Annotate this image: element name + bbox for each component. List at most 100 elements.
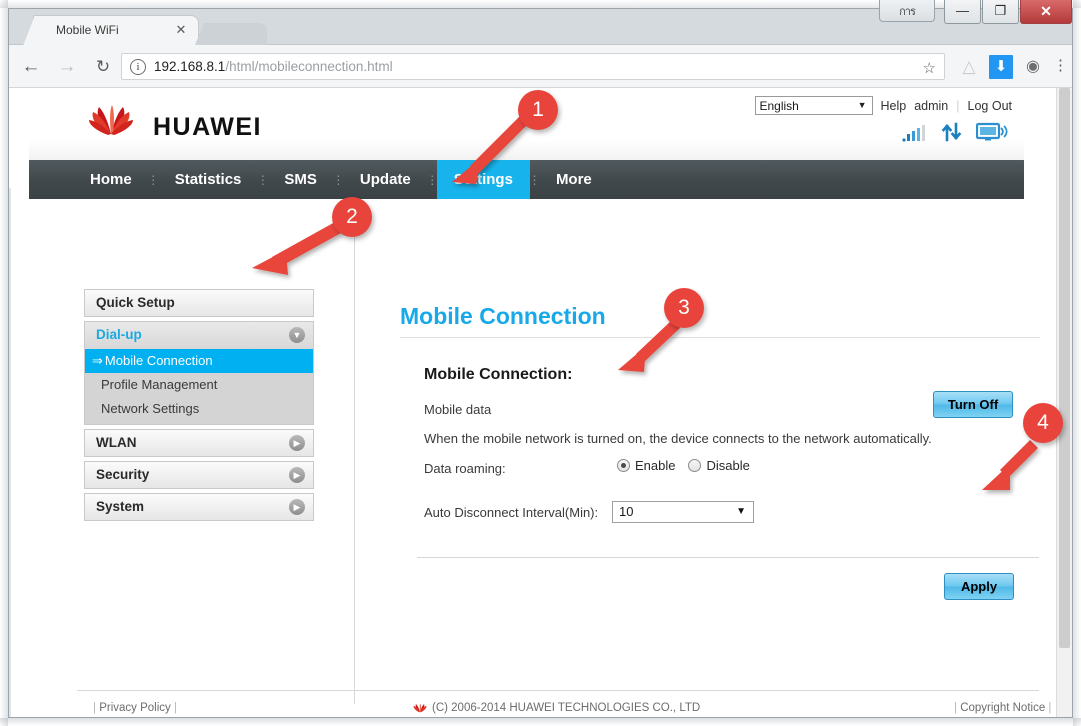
bookmark-star-icon[interactable]: ☆ [923, 59, 936, 77]
extension-icon[interactable]: ◉ [1021, 55, 1045, 79]
language-select[interactable]: English ▼ [754, 96, 873, 115]
turn-off-button[interactable]: Turn Off [933, 391, 1013, 418]
huawei-header: HUAWEI English ▼ Help admin | Log Out [29, 88, 1024, 160]
sidebar-item-profile-management[interactable]: Profile Management [85, 373, 313, 397]
sidebar-item-quick-setup[interactable]: Quick Setup [84, 289, 314, 317]
logout-link[interactable]: Log Out [968, 99, 1012, 113]
window-shadow-bottom [0, 718, 1081, 726]
nav-item-home[interactable]: Home [73, 160, 149, 199]
new-tab-button[interactable] [195, 23, 267, 45]
sidebar-item-security[interactable]: Security ▶ [84, 461, 314, 489]
radio-disable-label: Disable [706, 458, 750, 473]
close-window-button[interactable]: ✕ [1020, 0, 1072, 24]
sidebar-item-system[interactable]: System ▶ [84, 493, 314, 521]
minimize-icon: — [956, 3, 969, 18]
huawei-header-links: English ▼ Help admin | Log Out [754, 96, 1012, 115]
chrome-menu-icon[interactable]: ⋮ [1053, 55, 1068, 79]
huawei-status-icons [902, 122, 1010, 142]
huawei-logo: HUAWEI [76, 104, 306, 144]
sidebar-label: System [96, 499, 145, 514]
maximize-button[interactable]: ❐ [982, 0, 1019, 24]
google-drive-icon[interactable]: △ [957, 55, 981, 79]
page-left-rule [9, 188, 11, 717]
auto-disconnect-select[interactable]: 10 ▼ [612, 501, 754, 523]
download-icon[interactable]: ⬇ [989, 55, 1013, 79]
chevron-down-icon: ▼ [289, 327, 305, 343]
sidebar-label: Security [96, 467, 150, 482]
browser-tab-mobile-wifi[interactable]: Mobile WiFi ✕ [33, 15, 199, 45]
nav-item-update[interactable]: Update [343, 160, 428, 199]
sidebar-label: Network Settings [101, 401, 200, 416]
header-divider: | [956, 98, 960, 113]
chevron-right-icon: ▶ [289, 467, 305, 483]
settings-sidebar: Quick Setup Dial-up ▼ ⇒ Mobile Connection… [84, 289, 314, 525]
window-shadow-left [0, 0, 8, 726]
reload-icon[interactable]: ↻ [89, 53, 117, 81]
arrow-right-icon: ⇒ [92, 353, 103, 368]
pipe: | [93, 702, 96, 714]
section-heading: Mobile Connection: [424, 366, 573, 383]
scrollbar-thumb[interactable] [1059, 88, 1070, 648]
sidebar-label: Quick Setup [96, 295, 175, 310]
huawei-brand-text: HUAWEI [153, 113, 262, 141]
sidebar-item-dial-up[interactable]: Dial-up ▼ [84, 321, 314, 349]
radio-enable[interactable]: Enable [617, 458, 675, 473]
sidebar-label: Mobile Connection [104, 353, 213, 368]
help-link[interactable]: Help [881, 99, 907, 113]
footer-divider [77, 690, 1039, 691]
apply-button[interactable]: Apply [944, 573, 1014, 600]
footer-privacy: | Privacy Policy | [93, 702, 177, 714]
page-viewport: HUAWEI English ▼ Help admin | Log Out Ho… [9, 88, 1072, 717]
close-icon: ✕ [1040, 3, 1052, 19]
pipe: | [173, 702, 177, 714]
radio-enable-indicator[interactable] [617, 459, 630, 472]
browser-window: Mobile WiFi ✕ การ — ❐ ✕ ← → ↻ i 192.168.… [0, 0, 1081, 726]
sidebar-label: Dial-up [96, 327, 142, 342]
nav-item-statistics[interactable]: Statistics [158, 160, 259, 199]
nav-separator: ⋮ [426, 172, 439, 187]
mobile-data-description: When the mobile network is turned on, th… [424, 431, 932, 446]
sidebar-item-network-settings[interactable]: Network Settings [85, 397, 313, 421]
auto-disconnect-value: 10 [619, 504, 634, 519]
chevron-down-icon: ▼ [736, 506, 746, 517]
nav-separator: ⋮ [256, 172, 269, 187]
chevron-right-icon: ▶ [289, 499, 305, 515]
forward-icon[interactable]: → [53, 53, 81, 81]
nav-item-more[interactable]: More [539, 160, 609, 199]
site-info-icon[interactable]: i [130, 59, 146, 75]
radio-disable[interactable]: Disable [688, 458, 750, 473]
minimize-button[interactable]: — [944, 0, 981, 24]
page-title: Mobile Connection [400, 303, 606, 329]
sidebar-submenu: ⇒ Mobile Connection Profile Management Ne… [84, 349, 314, 425]
window-controls: การ — ❐ ✕ [879, 0, 1072, 26]
sidebar-item-wlan[interactable]: WLAN ▶ [84, 429, 314, 457]
nav-item-sms[interactable]: SMS [267, 160, 334, 199]
huawei-main-nav: Home ⋮ Statistics ⋮ SMS ⋮ Update ⋮ Setti… [29, 160, 1024, 199]
huawei-body: Quick Setup Dial-up ▼ ⇒ Mobile Connection… [29, 199, 1056, 717]
pipe: | [954, 702, 957, 714]
huawei-web-ui: HUAWEI English ▼ Help admin | Log Out Ho… [29, 88, 1056, 717]
address-bar[interactable]: i 192.168.8.1/html/mobileconnection.html… [121, 53, 945, 80]
back-icon[interactable]: ← [17, 53, 45, 81]
wifi-device-icon [976, 122, 1008, 141]
tab-close-icon[interactable]: ✕ [174, 22, 188, 37]
huawei-flower-icon-small [413, 704, 427, 713]
browser-toolbar: ← → ↻ i 192.168.8.1/html/mobileconnectio… [9, 45, 1072, 88]
copyright-notice-link[interactable]: Copyright Notice [960, 702, 1045, 714]
nav-item-settings[interactable]: Settings [436, 160, 530, 199]
admin-label: admin [914, 98, 949, 113]
maximize-icon: ❐ [994, 3, 1007, 18]
radio-disable-indicator[interactable] [688, 459, 702, 472]
sidebar-content-divider [354, 206, 355, 704]
tab-title: Mobile WiFi [56, 23, 119, 37]
privacy-policy-link[interactable]: Privacy Policy [99, 702, 171, 714]
sidebar-item-mobile-connection[interactable]: ⇒ Mobile Connection [85, 349, 313, 373]
nav-separator: ⋮ [147, 172, 160, 187]
window-shadow-right [1073, 0, 1081, 726]
page-scrollbar[interactable] [1056, 88, 1072, 717]
sidebar-label: Profile Management [101, 377, 218, 392]
language-value: English [759, 99, 799, 113]
keyboard-language-indicator[interactable]: การ [879, 0, 935, 22]
huawei-flower-icon [89, 105, 133, 135]
signal-bars-icon [902, 125, 925, 142]
